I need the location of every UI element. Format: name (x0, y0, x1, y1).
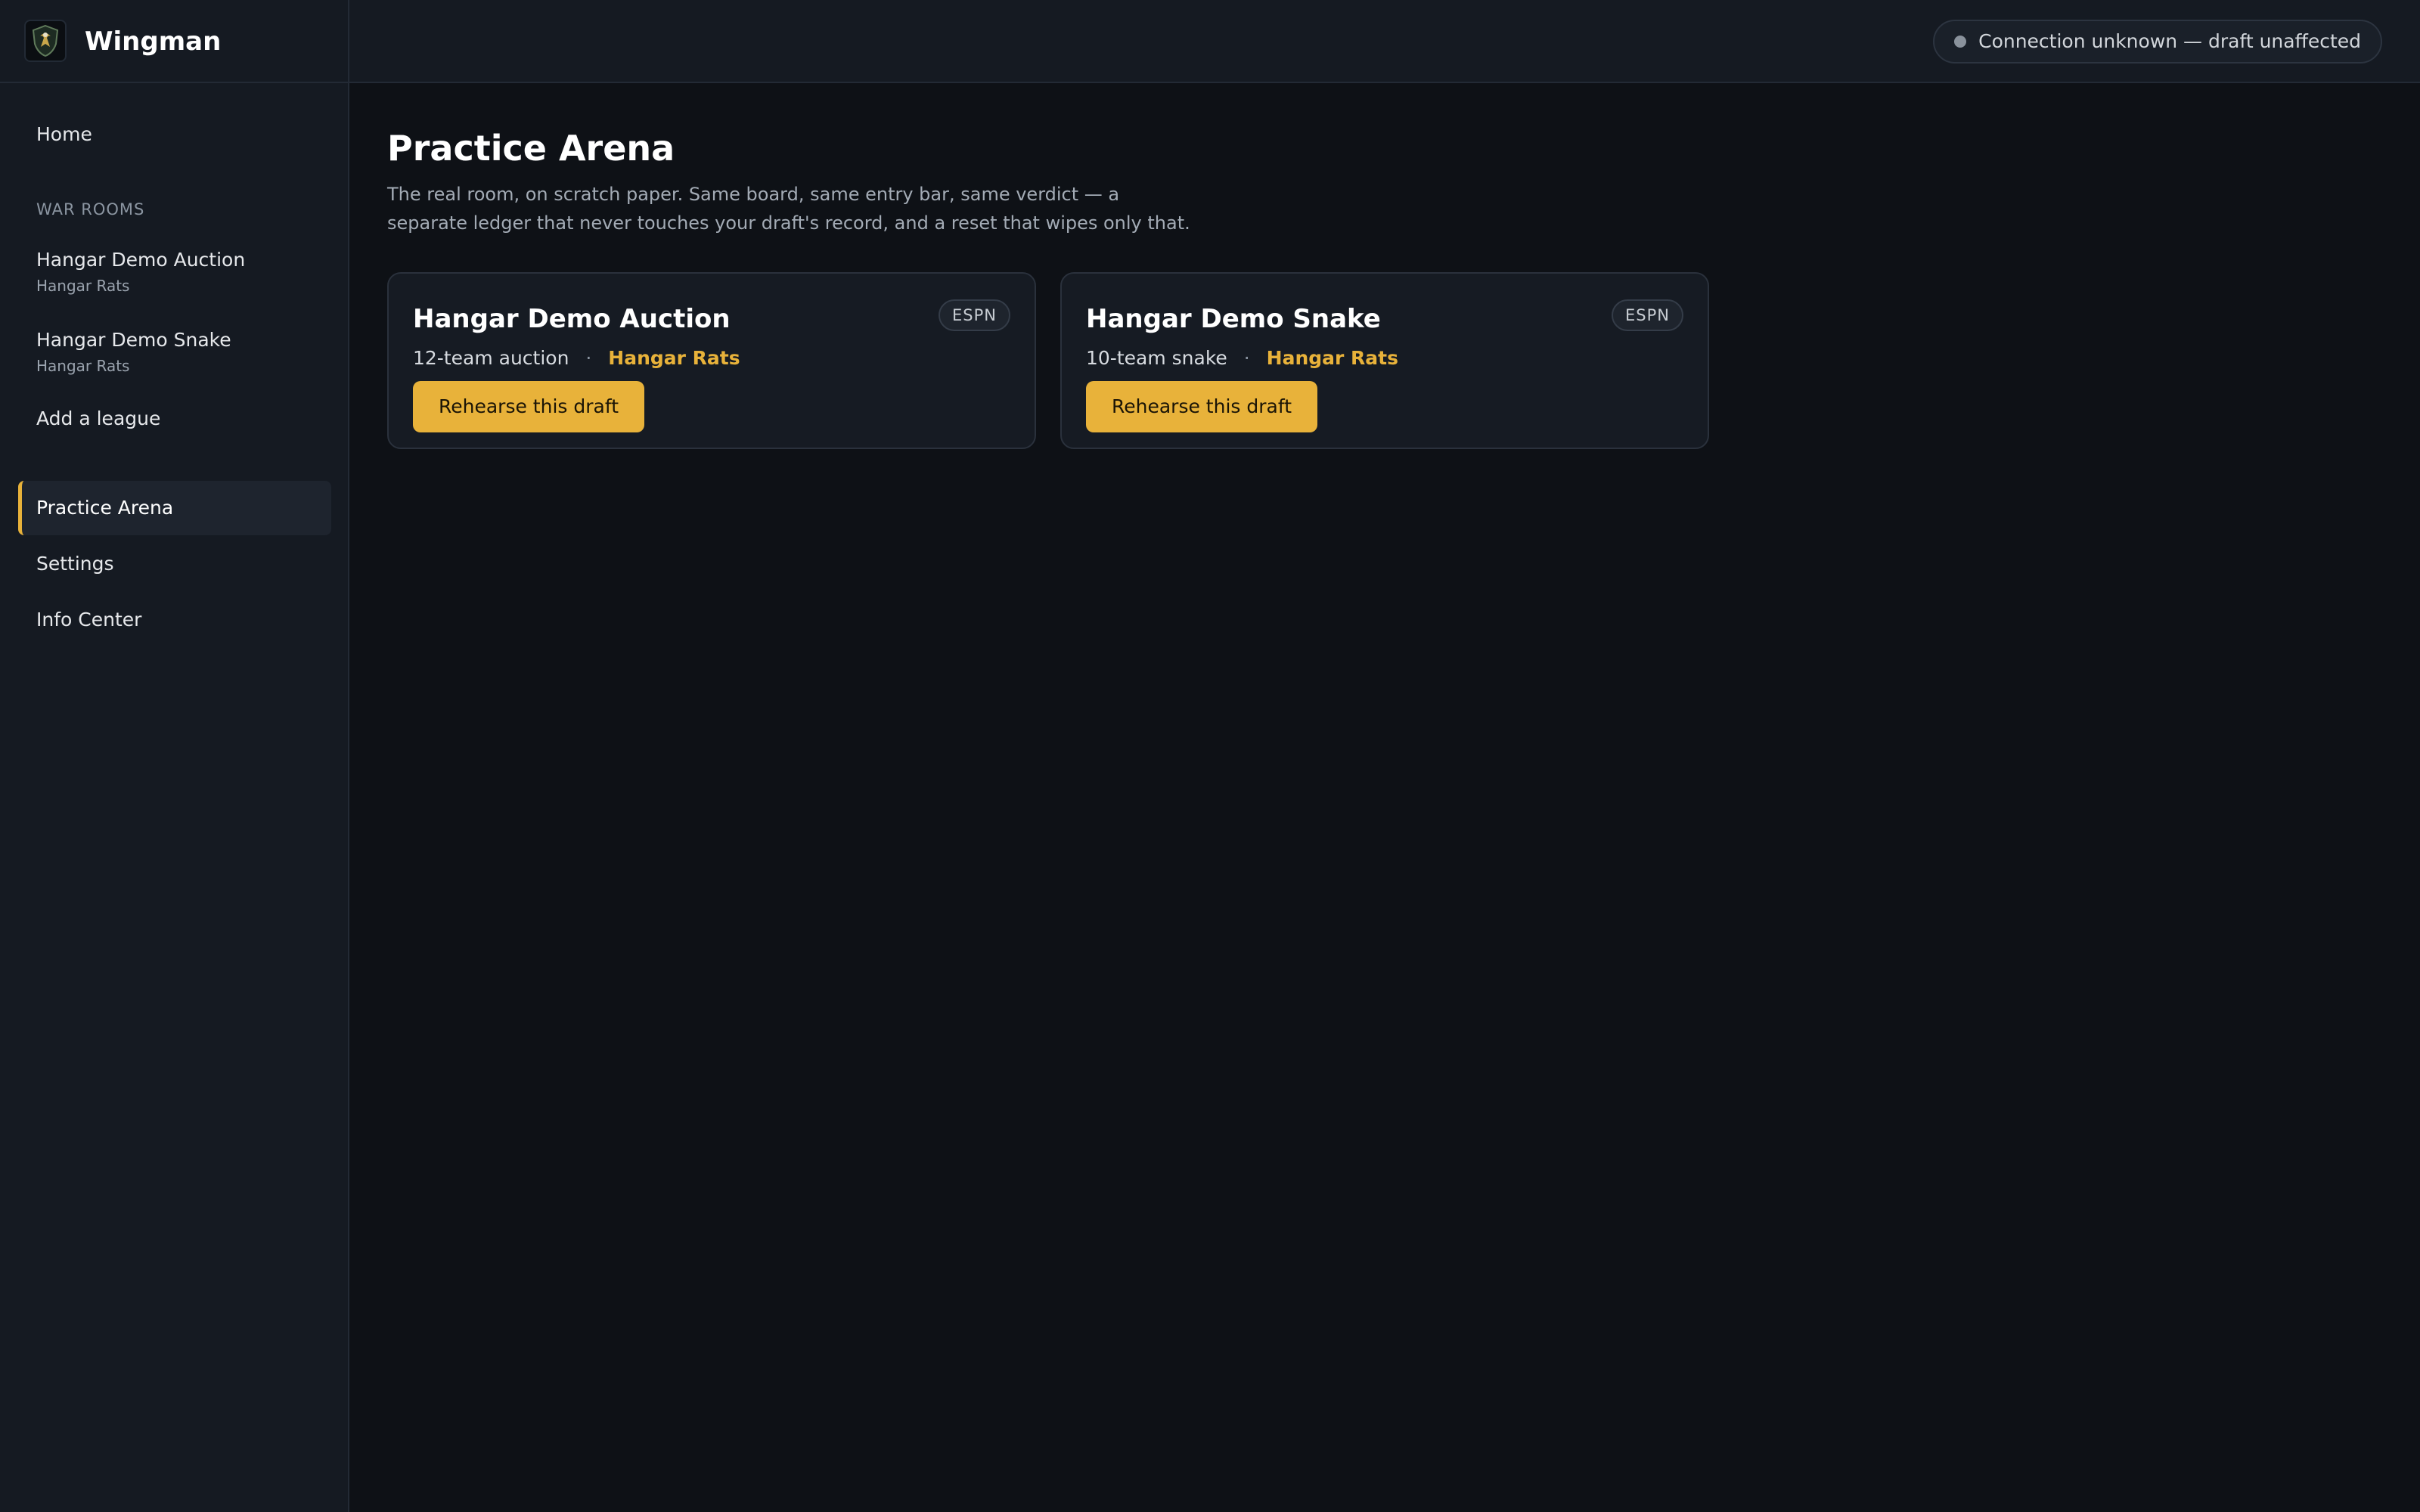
meta-separator: · (585, 347, 592, 369)
rehearse-draft-button[interactable]: Rehearse this draft (413, 381, 645, 432)
league-format: 12-team auction (413, 347, 569, 369)
sidebar-item-label: Settings (36, 553, 114, 575)
sidebar-item-sublabel: Hangar Rats (36, 277, 130, 295)
sidebar-item-label: Home (36, 123, 92, 145)
sidebar-item-info-center[interactable]: Info Center (18, 606, 331, 634)
top-bar: Connection unknown — draft unaffected (349, 0, 2420, 83)
wingman-logo-icon (24, 20, 67, 62)
card-title: Hangar Demo Snake (1086, 304, 1381, 334)
sidebar-item-war-room-auction[interactable]: Hangar Demo Auction Hangar Rats (18, 246, 331, 296)
platform-badge: ESPN (1612, 299, 1683, 331)
sidebar-item-label: Add a league (36, 407, 161, 429)
sidebar-item-settings[interactable]: Settings (18, 550, 331, 578)
page-description: The real room, on scratch paper. Same bo… (387, 184, 1190, 234)
sidebar-item-practice-arena[interactable]: Practice Arena (18, 481, 331, 535)
sidebar-item-label: Hangar Demo Auction (36, 249, 246, 271)
card-meta: 10-team snake · Hangar Rats (1086, 345, 1398, 372)
sidebar-item-label: Practice Arena (36, 497, 174, 519)
sidebar-item-label: Hangar Demo Snake (36, 329, 231, 351)
draft-card-snake: Hangar Demo Snake ESPN 10-team snake · H… (1060, 272, 1709, 449)
sidebar-item-home[interactable]: Home (18, 121, 331, 148)
sidebar-item-label: Info Center (36, 609, 142, 631)
meta-separator: · (1243, 347, 1250, 369)
war-rooms-section-label: WAR ROOMS (36, 200, 145, 218)
sidebar-item-sublabel: Hangar Rats (36, 357, 130, 375)
sidebar-item-add-league[interactable]: Add a league (18, 405, 331, 432)
status-dot-icon (1954, 36, 1967, 48)
brand-header: Wingman (0, 0, 348, 83)
sidebar: Wingman Home WAR ROOMS Hangar Demo Aucti… (0, 0, 349, 1512)
team-name: Hangar Rats (608, 347, 740, 369)
rehearse-draft-button[interactable]: Rehearse this draft (1086, 381, 1318, 432)
card-meta: 12-team auction · Hangar Rats (413, 345, 740, 372)
app-name: Wingman (85, 26, 222, 57)
app-root: Wingman Home WAR ROOMS Hangar Demo Aucti… (0, 0, 2420, 1512)
platform-badge: ESPN (939, 299, 1010, 331)
card-title: Hangar Demo Auction (413, 304, 731, 334)
connection-status-badge: Connection unknown — draft unaffected (1933, 20, 2382, 64)
draft-card-auction: Hangar Demo Auction ESPN 12-team auction… (387, 272, 1036, 449)
connection-status-text: Connection unknown — draft unaffected (1978, 30, 2361, 52)
page-title: Practice Arena (387, 128, 675, 169)
team-name: Hangar Rats (1266, 347, 1398, 369)
league-format: 10-team snake (1086, 347, 1227, 369)
sidebar-item-war-room-snake[interactable]: Hangar Demo Snake Hangar Rats (18, 327, 331, 376)
